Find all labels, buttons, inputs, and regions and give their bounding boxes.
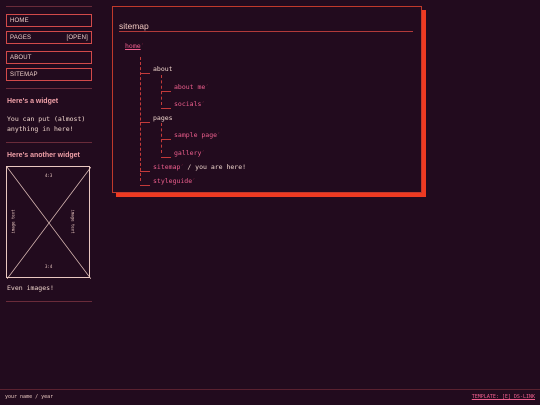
tree-item-sitemap[interactable]: sitemap´ / you are here! [153, 163, 246, 171]
sidebar-bottom-divider [6, 301, 92, 302]
nav-sitemap-button[interactable]: SITEMAP [6, 68, 92, 81]
gallery-link[interactable]: gallery [174, 149, 201, 157]
nav-pages-button[interactable]: PAGES [OPEN] [6, 31, 92, 44]
image-side-left-text: image text [10, 209, 16, 234]
pages-label: pages [153, 114, 173, 122]
widget-2-caption: Even images! [7, 284, 54, 292]
tree-item-about-me[interactable]: about me´ [174, 83, 208, 91]
placeholder-image: 4:3 3:4 image text image text [6, 166, 91, 279]
nav-pages-label: PAGES [10, 34, 32, 41]
tree-item-home[interactable]: home´ [125, 42, 144, 50]
image-ratio-bottom: 3:4 [45, 264, 53, 269]
sidebar-divider [6, 142, 92, 143]
tree-connector [140, 171, 150, 172]
image-side-right-text: image text [70, 209, 76, 234]
tree-connector [161, 139, 171, 140]
footer-template-link[interactable]: TEMPLATE: [E] DS-LINK [472, 394, 535, 400]
footer-divider [0, 389, 540, 390]
tree-item-socials[interactable]: socials´ [174, 100, 204, 108]
tree-connector [140, 122, 150, 123]
link-tick: ´ [192, 179, 196, 185]
styleguide-link[interactable]: styleguide [153, 177, 192, 185]
nav-pages-state: [OPEN] [66, 34, 88, 41]
link-tick: ´ [201, 102, 205, 108]
sidebar-top-divider [6, 6, 92, 7]
sample-page-link[interactable]: sample page [174, 131, 217, 139]
tree-connector [161, 123, 162, 153]
about-label: about [153, 65, 173, 73]
sitemap-tree: home´ about about me´ socials´ pages sam… [113, 7, 421, 192]
tree-connector [140, 73, 150, 74]
tree-item-gallery[interactable]: gallery´ [174, 149, 204, 157]
nav-home-button[interactable]: HOME [6, 14, 92, 27]
image-ratio-top: 4:3 [45, 173, 53, 178]
link-tick: ´ [180, 165, 184, 171]
sitemap-link[interactable]: sitemap [153, 163, 180, 171]
tree-item-styleguide[interactable]: styleguide´ [153, 177, 195, 185]
link-tick: ´ [217, 133, 221, 139]
link-tick: ´ [205, 85, 209, 91]
sidebar-divider [6, 88, 92, 89]
widget-1-text: You can put (almost) anything in here! [7, 115, 86, 133]
about-me-link[interactable]: about me [174, 83, 205, 91]
nav-about-label: ABOUT [10, 54, 32, 61]
tree-connector [161, 108, 171, 109]
widget-2-title: Here's another widget [7, 152, 80, 159]
tree-connector [161, 91, 171, 92]
socials-link[interactable]: socials [174, 100, 201, 108]
home-link[interactable]: home [125, 42, 141, 50]
footer-credit: your name / year [5, 394, 54, 400]
nav-home-label: HOME [10, 17, 29, 24]
image-cross-icon [7, 167, 91, 279]
main-panel: sitemap home´ about about me´ socials´ p… [112, 6, 422, 193]
current-page-note: / you are here! [187, 163, 247, 171]
tree-connector [140, 185, 150, 186]
nav-sitemap-label: SITEMAP [10, 71, 38, 78]
tree-connector [161, 75, 162, 105]
tree-item-about: about [153, 65, 173, 73]
nav-about-button[interactable]: ABOUT [6, 51, 92, 64]
widget-1-title: Here's a widget [7, 98, 59, 105]
tree-item-sample-page[interactable]: sample page´ [174, 131, 220, 139]
sidebar: HOME PAGES [OPEN] ABOUT SITEMAP Here's a… [6, 6, 92, 302]
tree-connector [161, 157, 171, 158]
tree-item-pages: pages [153, 114, 173, 122]
tree-connector [140, 57, 141, 181]
link-tick: ´ [140, 44, 144, 50]
link-tick: ´ [201, 151, 205, 157]
